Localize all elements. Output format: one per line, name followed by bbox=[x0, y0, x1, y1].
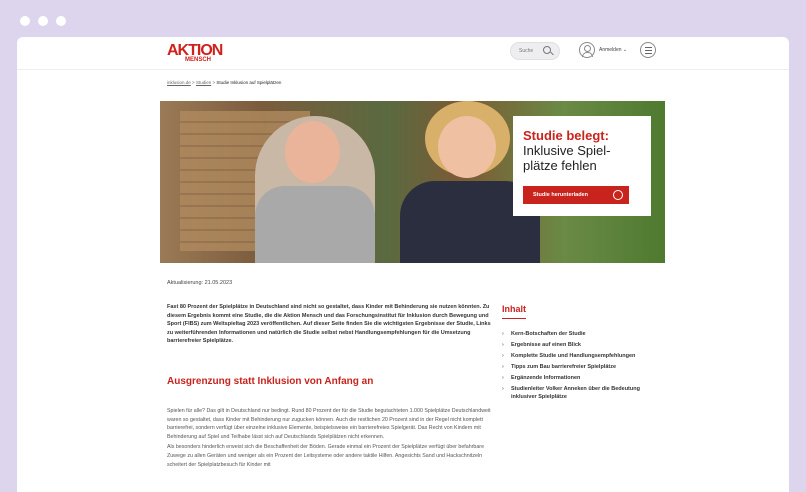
download-button-label: Studie herunterladen bbox=[533, 192, 589, 198]
login-button[interactable]: Anmelden ⌄ bbox=[599, 47, 627, 53]
breadcrumb-separator: > bbox=[192, 80, 195, 85]
section-heading: Ausgrenzung statt Inklusion von Anfang a… bbox=[167, 376, 374, 387]
hero-image: Studie belegt: Inklusive Spiel-plätze fe… bbox=[160, 101, 665, 263]
hero-title: Inklusive Spiel-plätze fehlen bbox=[523, 143, 611, 173]
toc-item[interactable]: Kern-Botschaften der Studie bbox=[502, 331, 662, 339]
toc-item[interactable]: Ergänzende Informationen bbox=[502, 375, 662, 383]
intro-text: Fast 80 Prozent der Spielplätze in Deuts… bbox=[167, 304, 491, 345]
paragraph: Spielen für alle? Das gilt in Deutschlan… bbox=[167, 408, 491, 440]
toc-divider bbox=[502, 318, 526, 319]
search-input[interactable]: Suche bbox=[510, 42, 560, 60]
user-icon[interactable] bbox=[579, 42, 595, 58]
hero-teaser-box: Studie belegt: Inklusive Spiel-plätze fe… bbox=[513, 116, 651, 216]
window-controls bbox=[20, 16, 66, 26]
toc-item[interactable]: Ergebnisse auf einen Blick bbox=[502, 342, 662, 350]
menu-icon[interactable] bbox=[640, 42, 656, 58]
toc-item[interactable]: Komplette Studie und Handlungsempfehlung… bbox=[502, 353, 662, 361]
arrow-circle-icon bbox=[613, 190, 623, 200]
aktion-mensch-logo[interactable]: AKTION MENSCH bbox=[167, 43, 223, 65]
table-of-contents: Kern-Botschaften der Studie Ergebnisse a… bbox=[502, 331, 662, 405]
breadcrumb-separator: > bbox=[212, 80, 216, 85]
body-text: Spielen für alle? Das gilt in Deutschlan… bbox=[167, 407, 494, 469]
breadcrumb: inklusion.de > Studien > Studie Inklusio… bbox=[167, 80, 281, 85]
site-header: AKTION MENSCH Suche Anmelden ⌄ bbox=[17, 37, 789, 70]
toc-title: Inhalt bbox=[502, 304, 526, 314]
hero-title-red: Studie belegt: bbox=[523, 128, 609, 143]
search-label: Suche bbox=[519, 48, 534, 54]
browser-window: AKTION MENSCH Suche Anmelden ⌄ inklusion… bbox=[17, 37, 789, 492]
download-study-button[interactable]: Studie herunterladen bbox=[523, 186, 629, 204]
paragraph: Als besonders hinderlich erweist sich di… bbox=[167, 444, 485, 468]
toc-item[interactable]: Studienleiter Volker Anneken über die Be… bbox=[502, 386, 662, 401]
window-dot[interactable] bbox=[20, 16, 30, 26]
window-dot[interactable] bbox=[38, 16, 48, 26]
update-date: Aktualisierung: 21.05.2023 bbox=[167, 280, 233, 286]
child-photo-left bbox=[255, 116, 375, 263]
toc-item[interactable]: Tipps zum Bau barrierefreier Spielplätze bbox=[502, 364, 662, 372]
breadcrumb-studien[interactable]: Studien bbox=[196, 80, 211, 85]
window-dot[interactable] bbox=[56, 16, 66, 26]
breadcrumb-current: Studie Inklusion auf Spielplätzen bbox=[216, 80, 282, 85]
breadcrumb-home[interactable]: inklusion.de bbox=[167, 80, 191, 85]
search-icon bbox=[543, 46, 551, 54]
